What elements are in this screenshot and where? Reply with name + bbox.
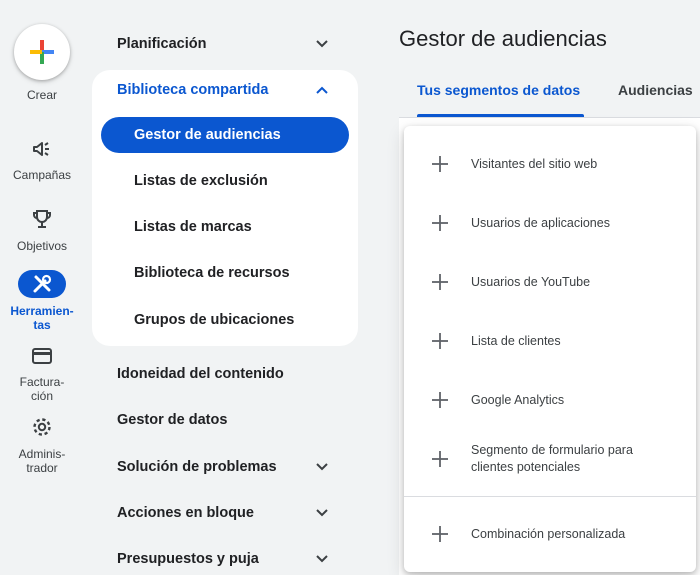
plus-icon [432,451,448,467]
nav-item-troubleshooting[interactable]: Solución de problemas [117,457,277,477]
menu-item-customer-list[interactable]: Lista de clientes [404,331,696,351]
nav-item-budgets-bidding[interactable]: Presupuestos y puja [117,549,259,569]
left-rail: Crear Campañas Objetivos Herramien- tas … [0,0,84,575]
rail-item-campaigns[interactable]: Campañas [0,168,84,182]
shared-library-card [92,70,358,346]
nav-item-content-suitability[interactable]: Idoneidad del contenido [117,364,284,384]
plus-icon [432,392,448,408]
tab-audiences[interactable]: Audiencias [618,80,693,100]
trophy-icon[interactable] [30,207,54,231]
nav-item-placement-groups[interactable]: Grupos de ubicaciones [134,310,294,330]
menu-item-label: Google Analytics [471,393,565,407]
rail-item-admin[interactable]: Adminis- trador [0,447,84,475]
plus-icon [432,215,448,231]
menu-item-youtube-users[interactable]: Usuarios de YouTube [404,272,696,292]
plus-icon [432,156,448,172]
create-label: Crear [26,88,57,102]
nav-item-brand-lists[interactable]: Listas de marcas [134,217,252,237]
plus-icon [432,333,448,349]
rail-item-goals[interactable]: Objetivos [0,239,84,253]
menu-item-label: Visitantes del sitio web [471,157,598,171]
chevron-down-icon[interactable] [312,503,332,523]
nav-item-exclusion-lists[interactable]: Listas de exclusión [134,171,268,191]
menu-divider [404,496,696,497]
megaphone-icon[interactable] [30,137,54,161]
menu-item-app-users[interactable]: Usuarios de aplicaciones [404,213,696,233]
tools-icon [33,274,52,293]
chevron-up-icon[interactable] [312,80,332,100]
plus-icon [432,274,448,290]
chevron-down-icon[interactable] [312,34,332,54]
chevron-down-icon[interactable] [312,457,332,477]
nav-item-data-manager[interactable]: Gestor de datos [117,410,227,430]
menu-item-label: Lista de clientes [471,334,561,348]
chevron-down-icon[interactable] [312,549,332,569]
nav-item-audience-manager[interactable]: Gestor de audiencias [134,125,281,145]
rail-item-tools[interactable]: Herramien- tas [0,304,84,332]
menu-item-label: Usuarios de YouTube [471,275,591,289]
rail-item-billing[interactable]: Factura- ción [0,375,84,403]
menu-item-label: Segmento de formulario para clientes pot… [471,443,633,474]
nav-item-bulk-actions[interactable]: Acciones en bloque [117,503,254,523]
credit-card-icon[interactable] [30,344,54,368]
menu-item-label: Combinación personalizada [471,527,626,541]
nav-item-planning[interactable]: Planificación [117,34,206,54]
menu-item-custom-combination[interactable]: Combinación personalizada [404,524,696,544]
menu-item-lead-form-segment[interactable]: Segmento de formulario para clientes pot… [404,441,696,477]
nav-item-shared-library[interactable]: Biblioteca compartida [117,80,268,100]
create-button[interactable] [14,24,70,80]
plus-icon [30,40,54,64]
rail-item-tools-pill[interactable] [18,270,66,298]
page-title: Gestor de audiencias [399,26,607,51]
new-segment-menu: Visitantes del sitio web Usuarios de apl… [404,126,696,572]
tab-your-data-segments[interactable]: Tus segmentos de datos [417,80,580,100]
plus-icon [432,526,448,542]
nav-item-asset-library[interactable]: Biblioteca de recursos [134,263,290,283]
menu-item-google-analytics[interactable]: Google Analytics [404,390,696,410]
gear-icon[interactable] [30,415,54,439]
menu-item-website-visitors[interactable]: Visitantes del sitio web [404,154,696,174]
menu-item-label: Usuarios de aplicaciones [471,216,610,230]
